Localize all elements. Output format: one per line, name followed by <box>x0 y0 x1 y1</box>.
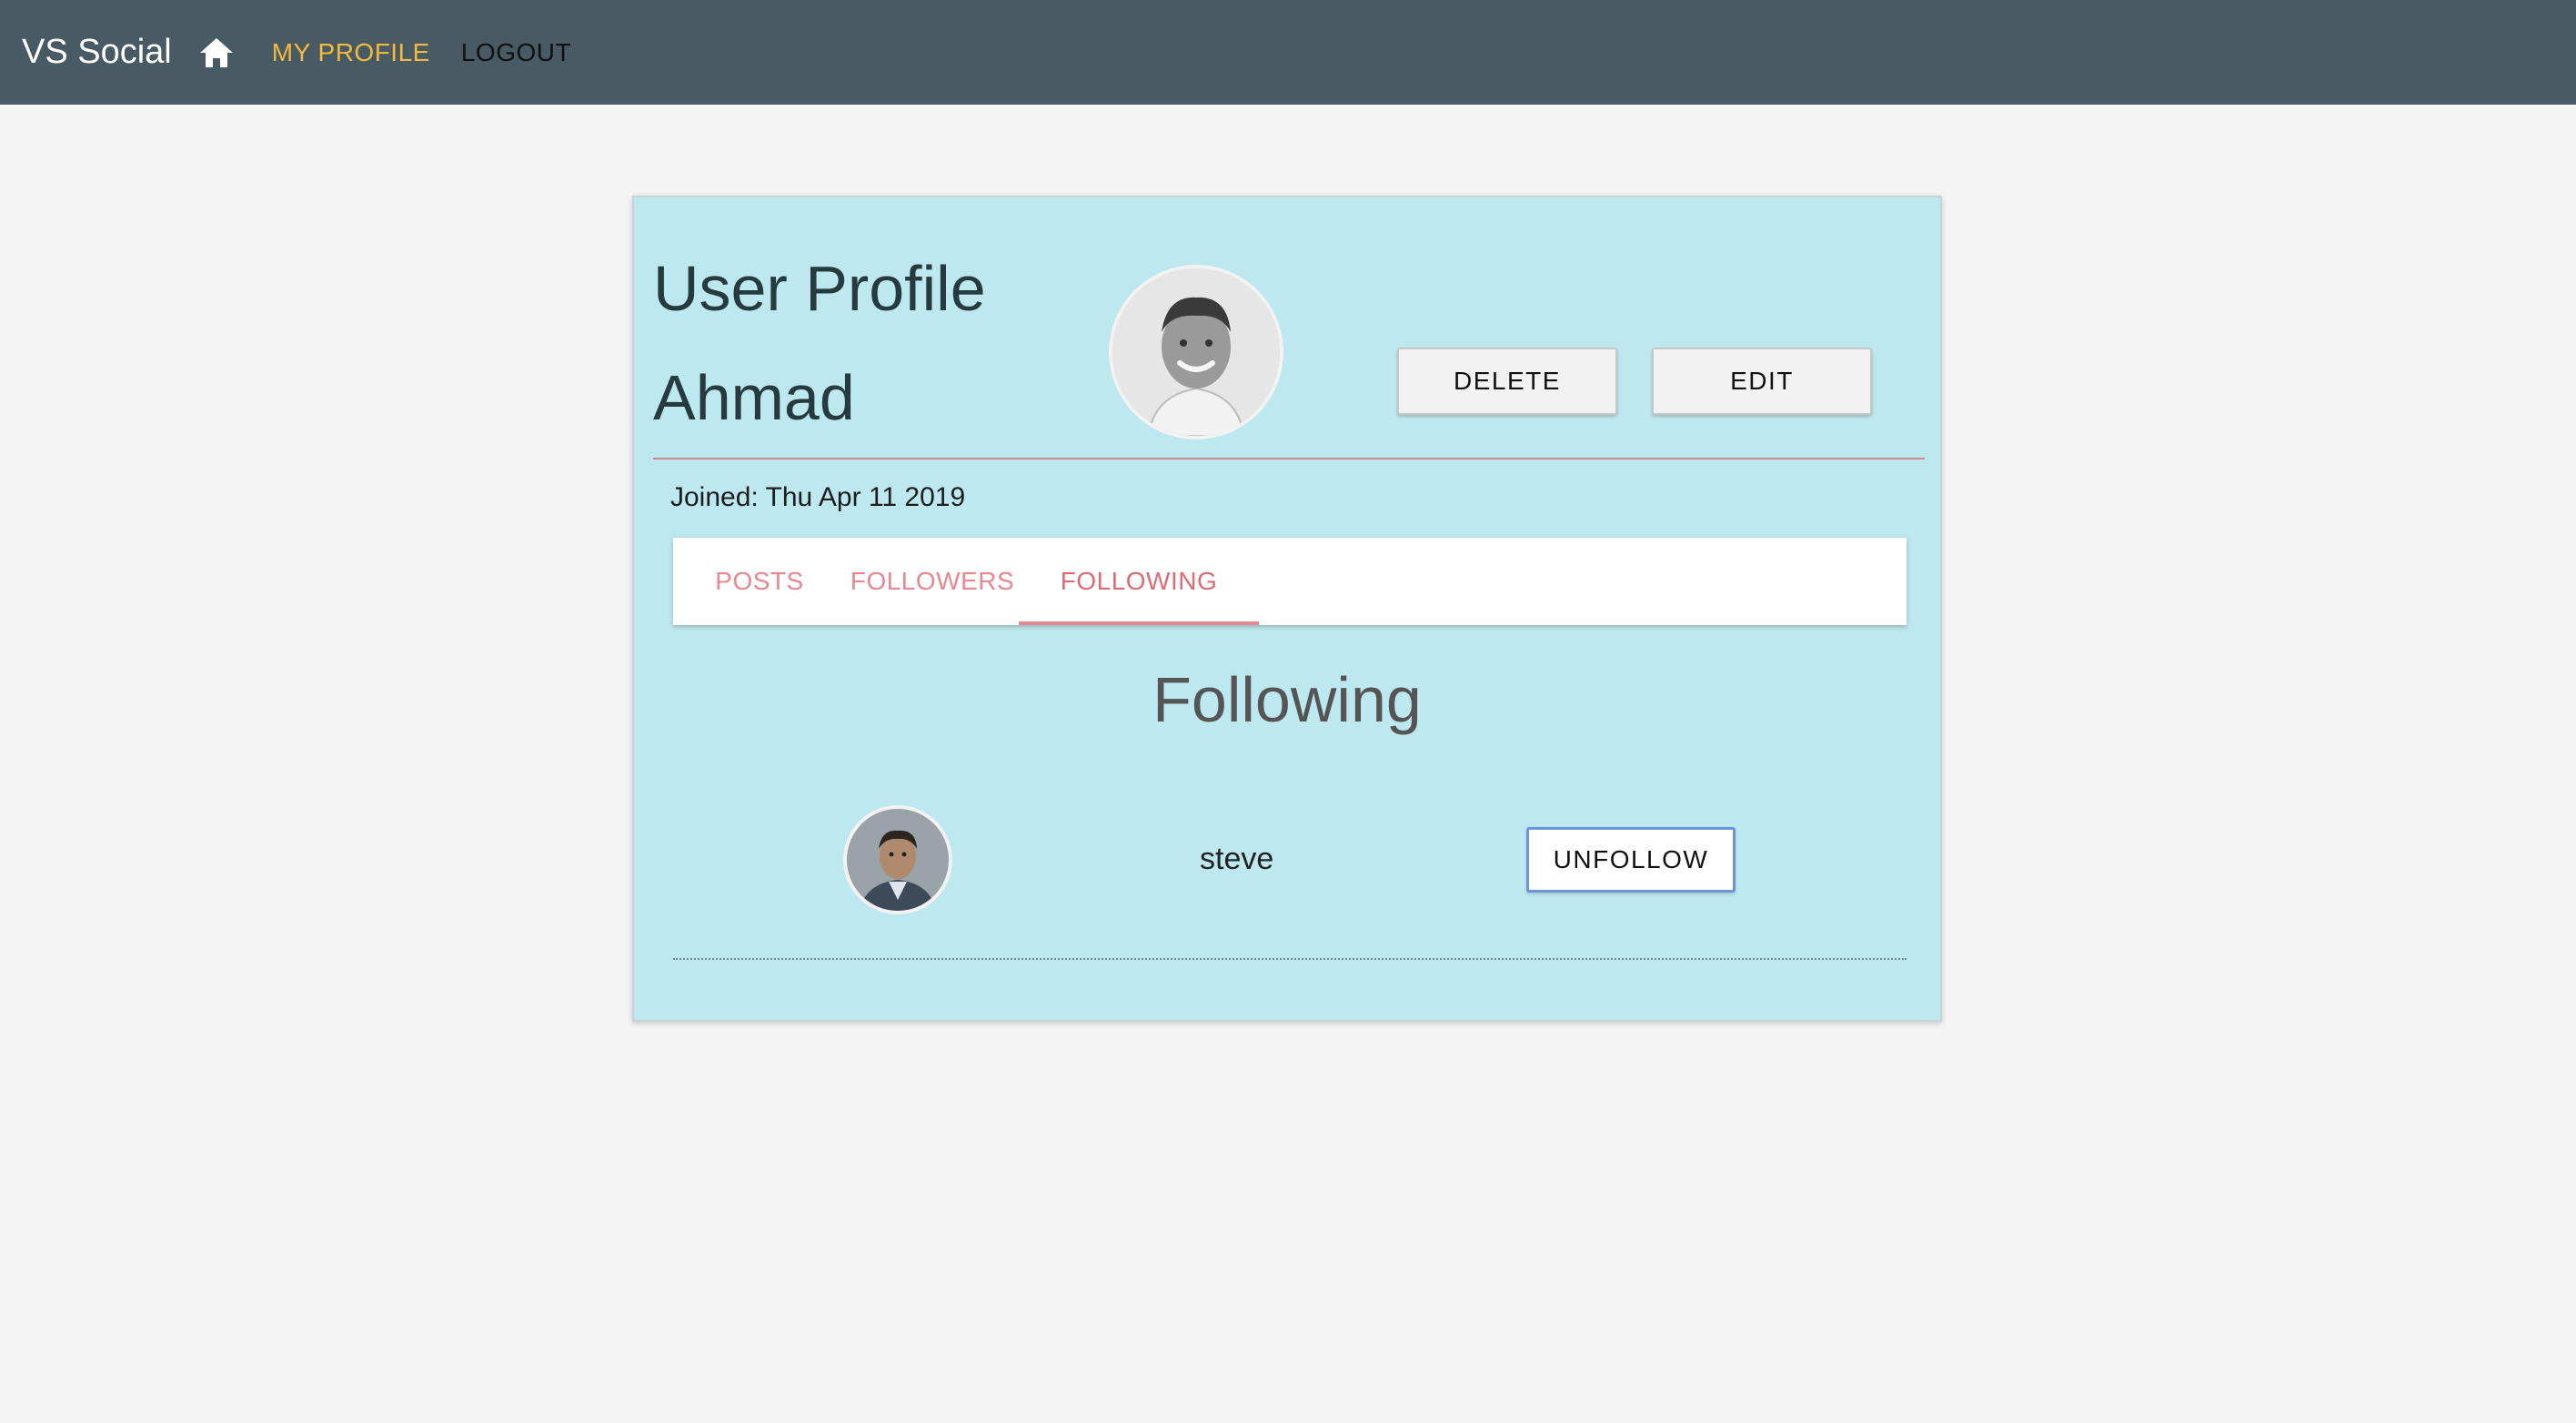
brand-title[interactable]: VS Social <box>22 33 172 72</box>
user-photo-icon <box>1112 268 1280 436</box>
list-item: steve UNFOLLOW <box>634 805 1940 914</box>
unfollow-button[interactable]: UNFOLLOW <box>1526 827 1736 893</box>
avatar <box>1109 265 1283 439</box>
tab-followers[interactable]: FOLLOWERS <box>846 538 1019 625</box>
profile-username: Ahmad <box>653 362 855 433</box>
avatar[interactable] <box>843 805 952 914</box>
home-icon[interactable] <box>197 34 236 72</box>
header-divider <box>653 458 1925 459</box>
edit-button[interactable]: EDIT <box>1652 348 1872 415</box>
delete-button[interactable]: DELETE <box>1397 348 1617 415</box>
following-username[interactable]: steve <box>1200 842 1273 877</box>
user-photo-icon <box>847 809 949 911</box>
tab-posts[interactable]: POSTS <box>673 538 846 625</box>
tab-following[interactable]: FOLLOWING <box>1019 538 1259 625</box>
page-title: User Profile <box>653 253 986 324</box>
profile-card: User Profile Ahmad DELETE EDIT Joined: T… <box>632 196 1942 1022</box>
section-title: Following <box>1152 664 1422 735</box>
nav-logout[interactable]: LOGOUT <box>461 38 571 67</box>
nav-my-profile[interactable]: MY PROFILE <box>272 38 430 67</box>
joined-date: Joined: Thu Apr 11 2019 <box>670 482 966 512</box>
app-bar: VS Social MY PROFILE LOGOUT <box>0 0 2576 105</box>
profile-tabs: POSTS FOLLOWERS FOLLOWING <box>673 538 1907 625</box>
list-divider <box>673 958 1907 960</box>
